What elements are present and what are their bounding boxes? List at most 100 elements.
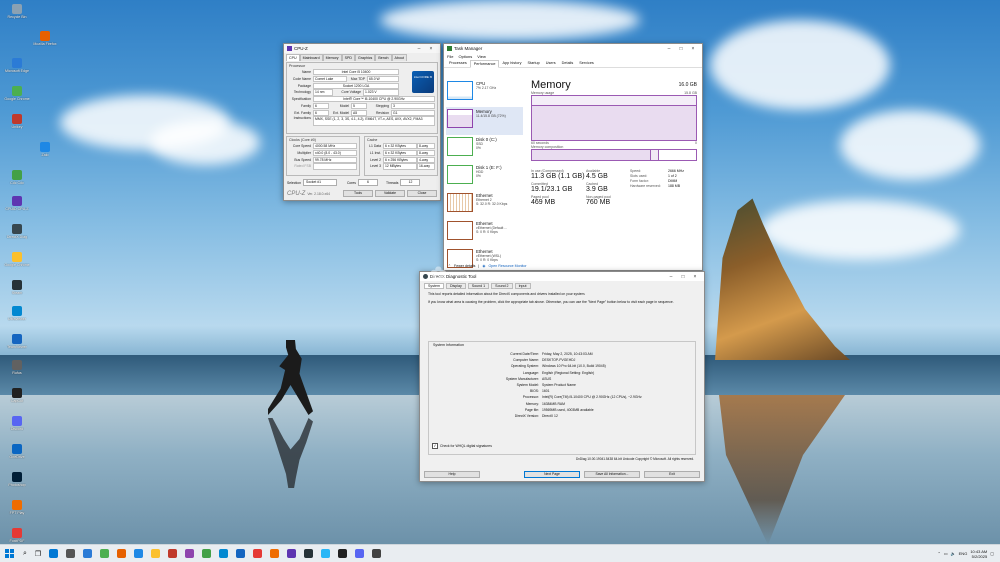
- taskbar-app-icon[interactable]: [338, 549, 348, 558]
- desktop-icon[interactable]: Ultraviewer: [2, 306, 32, 321]
- tab-display[interactable]: Display: [445, 283, 466, 289]
- taskbar-app-icon[interactable]: [372, 549, 382, 558]
- taskbar-app-icon[interactable]: [236, 549, 246, 558]
- desktop-icon[interactable]: Zalo: [30, 142, 60, 157]
- notifications-icon[interactable]: ▢: [990, 551, 994, 556]
- desktop-icon[interactable]: FPT Play: [2, 500, 32, 515]
- desktop-icon[interactable]: Rufus: [2, 360, 32, 375]
- desktop-icon[interactable]: Recycle Bin: [2, 4, 32, 19]
- cpuz-window[interactable]: CPU-Z – × CPU Mainboard Memory SPD Graphics B…: [283, 43, 441, 201]
- close-icon[interactable]: ×: [689, 274, 701, 280]
- tab-memory[interactable]: Memory: [322, 54, 342, 61]
- save-all-button[interactable]: Save All Information...: [584, 471, 640, 478]
- minimize-icon[interactable]: –: [413, 46, 425, 52]
- tab-about[interactable]: About: [391, 54, 407, 61]
- taskbar-app-icon[interactable]: [168, 549, 178, 558]
- perf-item[interactable]: Disk 1 (E: F:) HDD 0%: [446, 163, 523, 191]
- taskbar-app-icon[interactable]: [287, 549, 297, 558]
- tab-graphics[interactable]: Graphics: [354, 54, 376, 61]
- taskbar-app-icon[interactable]: [49, 549, 59, 558]
- minimize-icon[interactable]: –: [665, 274, 677, 280]
- desktop-icon[interactable]: Steam: [2, 280, 32, 295]
- tab-performance[interactable]: Performance: [469, 60, 500, 68]
- search-icon[interactable]: ⌕: [23, 550, 27, 558]
- taskbar-app-icon[interactable]: [355, 549, 365, 558]
- tab-services[interactable]: Services: [576, 60, 597, 67]
- menu-file[interactable]: File: [447, 54, 453, 59]
- taskbar-app-icon[interactable]: [304, 549, 314, 558]
- tab-processes[interactable]: Processes: [446, 60, 470, 67]
- perf-item[interactable]: Disk 0 (C:) SSD 0%: [446, 135, 523, 163]
- desktop-icon[interactable]: Cốc Cốc: [2, 170, 32, 185]
- maximize-icon[interactable]: □: [677, 274, 689, 280]
- taskbar-app-icon[interactable]: [253, 549, 263, 558]
- perf-item[interactable]: Memory 11.4/15.8 GB (72%): [446, 107, 523, 135]
- checkbox[interactable]: ✓: [432, 443, 438, 449]
- desktop-icon[interactable]: Google Chrome: [2, 86, 32, 101]
- menu-options[interactable]: Options: [458, 54, 472, 59]
- desktop-icon[interactable]: FoxitPDF: [2, 528, 32, 543]
- desktop-icon[interactable]: Mozilla Firefox: [30, 31, 60, 46]
- tab-bench[interactable]: Bench: [375, 54, 392, 61]
- close-icon[interactable]: ×: [425, 46, 437, 52]
- tab-app-history[interactable]: App history: [499, 60, 524, 67]
- taskbar-app-icon[interactable]: [185, 549, 195, 558]
- desktop-icon[interactable]: DirectX Diag: [2, 224, 32, 239]
- tab-input[interactable]: Input: [514, 283, 531, 289]
- desktop-icon[interactable]: Photoshop: [2, 472, 32, 487]
- taskbar-app-icon[interactable]: [151, 549, 161, 558]
- language-indicator[interactable]: ENG: [959, 551, 968, 556]
- taskbar-app-icon[interactable]: [117, 549, 127, 558]
- desktop-icon[interactable]: Discord: [2, 416, 32, 431]
- network-icon[interactable]: ▭: [944, 551, 948, 556]
- desktop-icon[interactable]: TeamViewer: [2, 334, 32, 349]
- taskbar-app-icon[interactable]: [270, 549, 280, 558]
- maximize-icon[interactable]: □: [675, 46, 687, 52]
- desktop-icon[interactable]: OneDrive: [2, 444, 32, 459]
- desktop-icon[interactable]: CPUID CPU-Z: [2, 196, 32, 211]
- fewer-details-link[interactable]: Fewer details: [454, 264, 475, 268]
- close-icon[interactable]: ×: [687, 46, 699, 52]
- help-button[interactable]: Help: [424, 471, 480, 478]
- validate-button[interactable]: Validate: [375, 190, 405, 197]
- taskbar-app-icon[interactable]: [134, 549, 144, 558]
- next-page-button[interactable]: Next Page: [524, 471, 580, 478]
- perf-item[interactable]: CPU 7% 2.17 GHz: [446, 79, 523, 107]
- taskbar-app-icon[interactable]: [321, 549, 331, 558]
- chevron-up-icon[interactable]: ⌃: [938, 551, 941, 556]
- tab-startup[interactable]: Startup: [524, 60, 542, 67]
- tab-users[interactable]: Users: [543, 60, 559, 67]
- windows-start-icon[interactable]: [5, 549, 14, 558]
- volume-icon[interactable]: 🔈: [951, 551, 956, 556]
- taskbar-app-icon[interactable]: [202, 549, 212, 558]
- desktop-icon[interactable]: Google Chrome: [2, 252, 32, 267]
- chevron-up-icon[interactable]: ⌃: [448, 264, 451, 268]
- task-manager-window[interactable]: Task Manager – □ × File Options View Proce…: [443, 43, 703, 271]
- socket-select[interactable]: Socket #1: [302, 179, 337, 186]
- tab-spd[interactable]: SPD: [341, 54, 355, 61]
- exit-button[interactable]: Exit: [644, 471, 700, 478]
- tab-sound-1[interactable]: Sound 1: [467, 283, 490, 289]
- perf-item[interactable]: Ethernet vEthernet (Default ... S: 0 R: 0 …: [446, 219, 523, 247]
- desktop-icon[interactable]: Microsoft Edge: [2, 58, 32, 73]
- taskbar-app-icon[interactable]: [219, 549, 229, 558]
- tools-button[interactable]: Tools: [343, 190, 373, 197]
- menu-view[interactable]: View: [477, 54, 486, 59]
- task-view-icon[interactable]: ❐: [35, 550, 41, 558]
- taskbar-app-icon[interactable]: [66, 549, 76, 558]
- tab-mainboard[interactable]: Mainboard: [299, 54, 323, 61]
- open-resource-monitor-link[interactable]: Open Resource Monitor: [488, 264, 526, 268]
- tab-sound-2[interactable]: Sound 2: [491, 283, 513, 289]
- threads-value: 12: [400, 179, 421, 186]
- minimize-icon[interactable]: –: [663, 46, 675, 52]
- taskbar-app-icon[interactable]: [100, 549, 110, 558]
- close-button[interactable]: Close: [407, 190, 437, 197]
- perf-item[interactable]: Ethernet Ethernet 2 S: 32.0 R: 32.0 Kbps: [446, 191, 523, 219]
- tab-details[interactable]: Details: [559, 60, 577, 67]
- tab-cpu[interactable]: CPU: [286, 54, 300, 61]
- dxdiag-window[interactable]: DirectX Diagnostic Tool – □ × System Disp…: [419, 271, 705, 482]
- desktop-icon[interactable]: Unikey: [2, 114, 32, 129]
- clock[interactable]: 10:43 AM 5/2/2025: [970, 549, 987, 559]
- desktop-icon[interactable]: CapCut: [2, 388, 32, 403]
- taskbar-app-icon[interactable]: [83, 549, 93, 558]
